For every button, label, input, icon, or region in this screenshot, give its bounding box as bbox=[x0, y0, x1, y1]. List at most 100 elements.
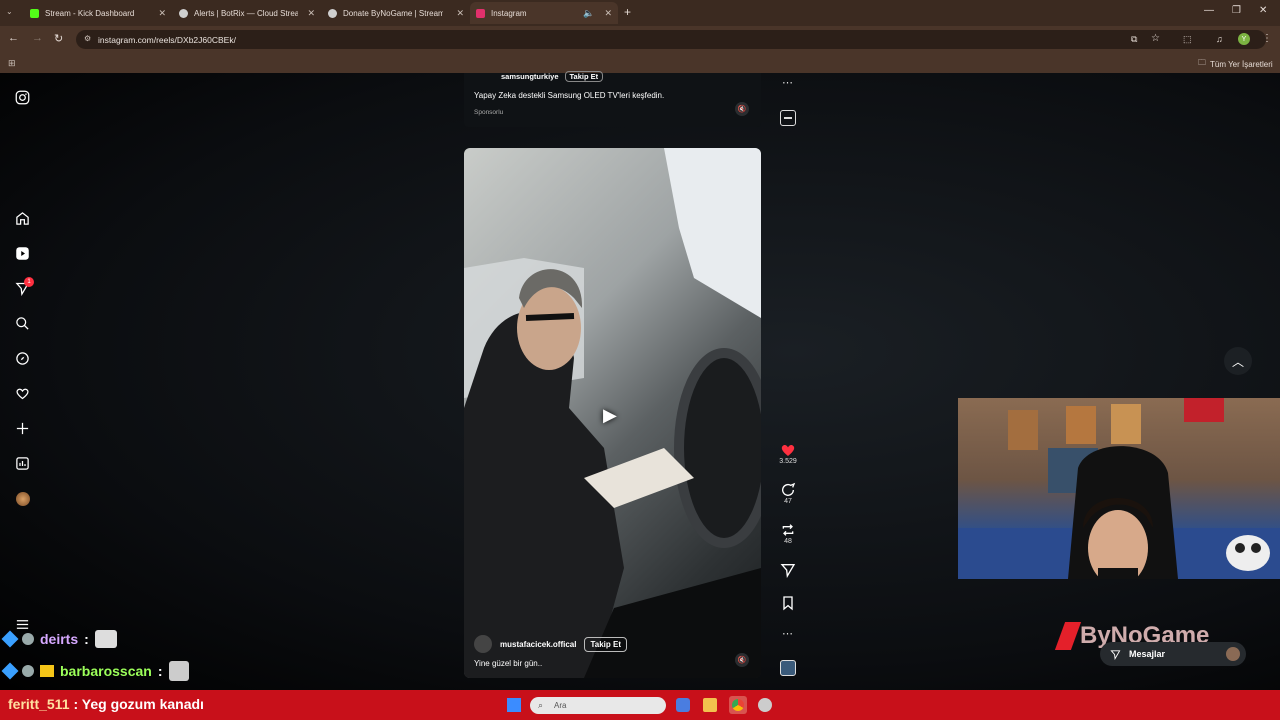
obs-icon[interactable] bbox=[758, 698, 772, 712]
all-bookmarks-folder[interactable]: 🗀 Tüm Yer İşaretleri bbox=[1198, 57, 1273, 71]
badge-icon bbox=[22, 633, 34, 645]
bookmark-star-icon[interactable]: ☆ bbox=[1151, 33, 1160, 44]
repost-icon[interactable] bbox=[780, 522, 796, 538]
messages-icon[interactable]: 1 bbox=[14, 277, 34, 297]
comment-icon[interactable] bbox=[780, 482, 796, 498]
botrix-icon bbox=[179, 8, 188, 18]
browser-menu-icon[interactable]: ⋮ bbox=[1262, 33, 1272, 44]
new-tab-button[interactable]: + bbox=[624, 5, 631, 19]
share-icon[interactable] bbox=[780, 562, 796, 583]
instagram-icon bbox=[476, 8, 485, 18]
profile-avatar[interactable]: Y bbox=[1238, 33, 1250, 45]
close-icon[interactable]: ✕ bbox=[604, 8, 612, 19]
back-icon[interactable]: ← bbox=[8, 32, 19, 44]
copilot-icon[interactable] bbox=[676, 698, 690, 712]
ticker-text: : Yeg gozum kanadı bbox=[73, 696, 204, 712]
maximize-icon[interactable]: ❐ bbox=[1232, 5, 1241, 16]
chrome-taskbar-button[interactable] bbox=[729, 696, 747, 714]
minimize-icon[interactable]: — bbox=[1204, 5, 1214, 16]
window-close-icon[interactable]: ✕ bbox=[1259, 5, 1267, 16]
badge-icon bbox=[1, 662, 19, 680]
play-icon[interactable]: ▶ bbox=[603, 405, 617, 426]
ad-account-name[interactable]: samsungturkiye bbox=[501, 72, 559, 81]
ad-follow-button[interactable]: Takip Et bbox=[564, 71, 604, 82]
author-avatar[interactable] bbox=[474, 635, 492, 653]
ad-header: samsungturkiye Takip Et bbox=[501, 71, 604, 82]
reels-icon[interactable] bbox=[14, 245, 31, 262]
notifications-heart-icon[interactable] bbox=[14, 385, 31, 402]
message-avatar bbox=[1226, 647, 1240, 661]
chevron-up-icon: ︿ bbox=[1231, 354, 1244, 369]
extensions-icon[interactable]: ⬚ bbox=[1183, 34, 1192, 45]
streamer-webcam bbox=[958, 398, 1280, 579]
emote-icon bbox=[168, 661, 189, 681]
audio-track-icon[interactable] bbox=[780, 660, 796, 676]
comment-action[interactable]: 47 bbox=[773, 482, 803, 505]
audio-track-icon[interactable] bbox=[780, 110, 796, 126]
like-count: 3.529 bbox=[779, 458, 797, 465]
scroll-up-button[interactable]: ︿ bbox=[1224, 347, 1252, 375]
chat-message: barbarosscan : bbox=[1, 661, 189, 681]
sponsored-reel-card[interactable]: samsungturkiye Takip Et Yapay Zeka deste… bbox=[464, 71, 761, 127]
ticker-username: feritt_511 bbox=[8, 696, 70, 712]
profile-avatar[interactable] bbox=[14, 490, 31, 507]
sponsored-label: Sponsorlu bbox=[474, 109, 504, 116]
taskbar-search[interactable]: ⌕ Ara bbox=[530, 697, 666, 714]
speaker-icon[interactable]: 🔈 bbox=[583, 8, 594, 19]
emote-icon bbox=[94, 630, 117, 648]
profile-picture bbox=[15, 491, 30, 506]
create-plus-icon[interactable] bbox=[14, 420, 31, 437]
instagram-logo-icon[interactable] bbox=[14, 89, 31, 106]
webcam-image bbox=[958, 398, 1280, 579]
tab-bynogame[interactable]: Donate ByNoGame | Streamer ✕ bbox=[322, 2, 470, 24]
dashboard-icon[interactable] bbox=[14, 455, 31, 472]
explore-icon[interactable] bbox=[14, 350, 31, 367]
reload-icon[interactable]: ↻ bbox=[54, 32, 63, 45]
forward-icon[interactable]: → bbox=[32, 32, 43, 44]
tab-list-chevron-icon[interactable]: ⌄ bbox=[6, 7, 13, 16]
close-icon[interactable]: ✕ bbox=[307, 8, 315, 19]
reel-video[interactable]: ▶ mustafacicek.offical Takip Et Yine güz… bbox=[464, 148, 761, 678]
file-explorer-icon[interactable] bbox=[703, 698, 717, 712]
chat-username: deirts bbox=[40, 631, 79, 647]
follow-button[interactable]: Takip Et bbox=[584, 636, 628, 652]
more-options-icon[interactable]: ⋯ bbox=[782, 627, 793, 640]
ticker-message: feritt_511 : Yeg gozum kanadı bbox=[8, 696, 204, 712]
search-icon: ⌕ bbox=[538, 700, 544, 710]
address-bar[interactable]: ⚙ instagram.com/reels/DXb2J60CBEk/ bbox=[76, 30, 1266, 49]
messages-pill[interactable]: Mesajlar bbox=[1100, 642, 1246, 666]
close-icon[interactable]: ✕ bbox=[158, 8, 166, 19]
repost-count: 48 bbox=[784, 538, 792, 545]
messages-label: Mesajlar bbox=[1129, 649, 1166, 659]
taskbar-search-placeholder: Ara bbox=[554, 701, 567, 710]
site-info-icon[interactable]: ⚙ bbox=[84, 34, 91, 43]
tab-instagram[interactable]: Instagram 🔈 ✕ bbox=[470, 2, 618, 24]
comment-count: 47 bbox=[784, 498, 792, 505]
more-options-icon[interactable]: ⋯ bbox=[782, 76, 793, 89]
tab-kick[interactable]: Stream - Kick Dashboard ✕ bbox=[24, 2, 172, 24]
badge-icon bbox=[22, 665, 34, 677]
heart-filled-icon[interactable] bbox=[780, 442, 796, 458]
tab-title: Alerts | BotRix — Cloud Stream bbox=[194, 8, 298, 18]
windows-start-icon[interactable] bbox=[507, 698, 521, 712]
install-app-icon[interactable]: ⧉ bbox=[1131, 34, 1137, 45]
save-bookmark-icon[interactable] bbox=[780, 595, 796, 616]
tab-botrix[interactable]: Alerts | BotRix — Cloud Stream ✕ bbox=[173, 2, 321, 24]
mute-icon[interactable]: 🔇 bbox=[735, 653, 749, 667]
chat-message: deirts : bbox=[1, 630, 117, 648]
all-bookmarks-label: Tüm Yer İşaretleri bbox=[1210, 59, 1273, 69]
search-icon[interactable] bbox=[14, 315, 31, 332]
media-control-icon[interactable]: ♫ bbox=[1216, 34, 1223, 44]
url-text: instagram.com/reels/DXb2J60CBEk/ bbox=[98, 34, 236, 45]
repost-action[interactable]: 48 bbox=[773, 522, 803, 545]
folder-icon: 🗀 bbox=[1198, 58, 1206, 67]
home-icon[interactable] bbox=[14, 210, 31, 227]
like-action[interactable]: 3.529 bbox=[773, 442, 803, 465]
crown-icon bbox=[40, 665, 54, 677]
mute-icon[interactable]: 🔇 bbox=[735, 102, 749, 116]
apps-grid-icon[interactable]: ⊞ bbox=[8, 58, 16, 69]
chrome-icon bbox=[732, 699, 744, 711]
author-name[interactable]: mustafacicek.offical bbox=[500, 640, 576, 649]
chat-text: : bbox=[157, 663, 163, 679]
close-icon[interactable]: ✕ bbox=[456, 8, 464, 19]
